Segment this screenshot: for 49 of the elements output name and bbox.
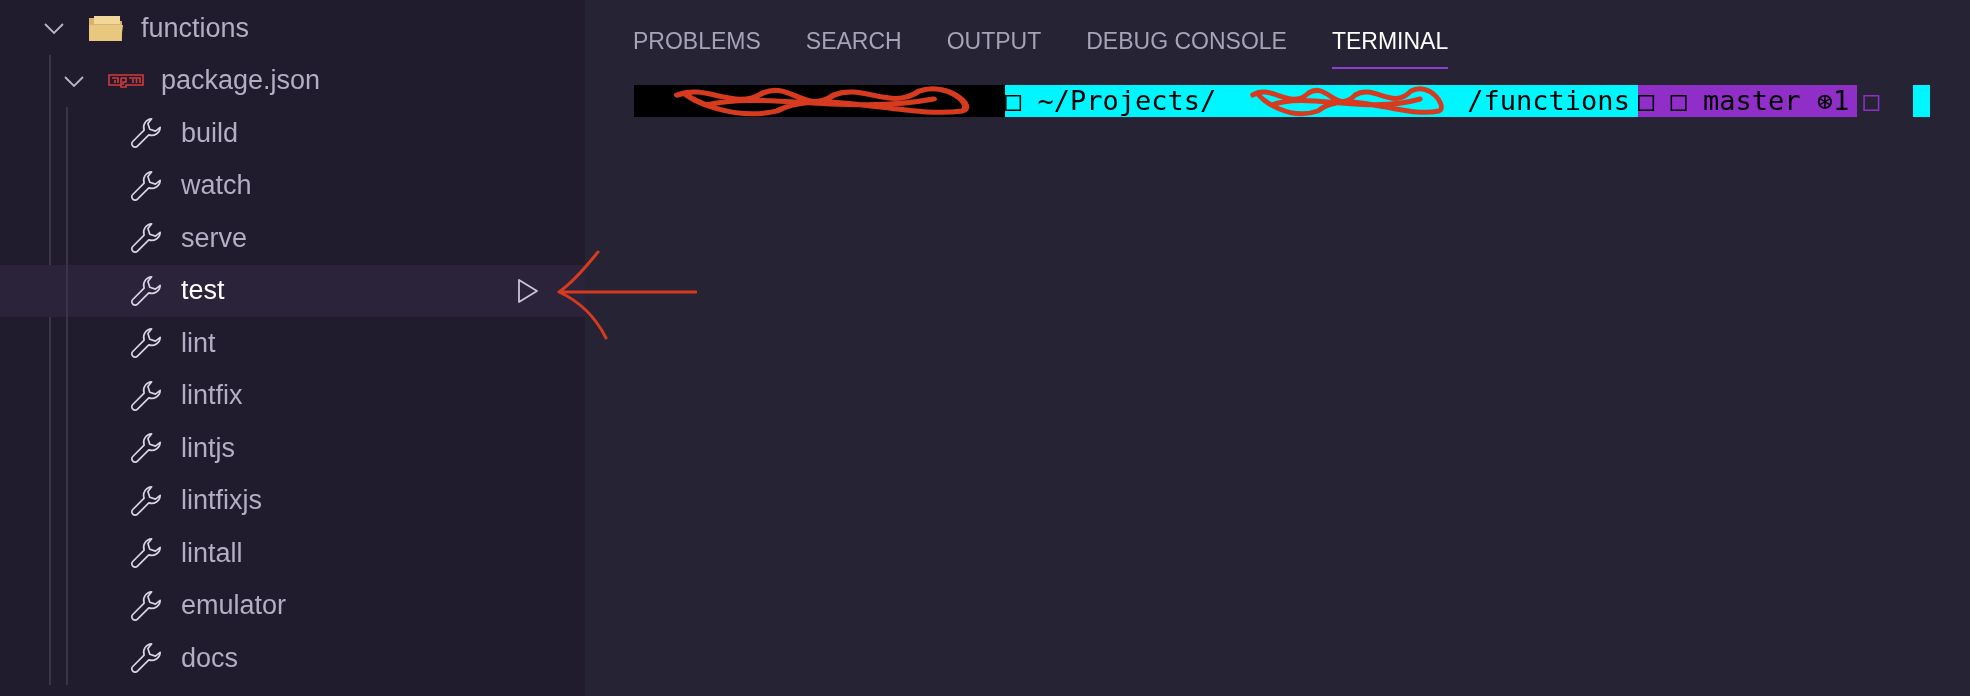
tree-row[interactable]: lintall	[0, 527, 585, 580]
tree-label[interactable]: docs	[181, 642, 239, 674]
tree-label[interactable]: lintall	[181, 537, 243, 569]
panel-tab[interactable]: OUTPUT	[946, 28, 1042, 69]
tree-row[interactable]: emulator	[0, 579, 585, 632]
tree-label[interactable]: lintfix	[181, 380, 243, 412]
panel-tab[interactable]: DEBUG CONSOLE	[1086, 28, 1287, 69]
play-button[interactable]	[516, 277, 540, 304]
tree-row[interactable]: lintfix	[0, 369, 585, 422]
tree-label[interactable]: functions	[141, 12, 250, 44]
panel-tab[interactable]: TERMINAL	[1331, 28, 1449, 69]
npm-icon	[108, 73, 144, 88]
tree-label[interactable]: serve	[181, 222, 248, 254]
wrench-icon	[128, 168, 164, 203]
wrench-icon	[128, 273, 164, 308]
tree-label[interactable]: package.json	[161, 65, 321, 97]
tree-row[interactable]: lintfixjs	[0, 474, 585, 527]
tree-row[interactable]: lint	[0, 317, 585, 370]
tree-row[interactable]: watch	[0, 159, 585, 212]
wrench-icon	[128, 116, 164, 151]
tree-label[interactable]: emulator	[181, 590, 287, 622]
tree-row[interactable]: serve	[0, 212, 585, 265]
wrench-icon	[128, 536, 164, 571]
tree-label[interactable]: build	[181, 117, 239, 149]
wrench-icon	[128, 221, 164, 256]
tree-row[interactable]: docs	[0, 632, 585, 685]
panel-tab[interactable]: PROBLEMS	[633, 28, 761, 69]
wrench-icon	[128, 641, 164, 676]
prompt-segment: □ ~/Projects/	[1005, 85, 1225, 117]
tree-label[interactable]: lintfixjs	[181, 485, 262, 517]
tree-label[interactable]: lintjs	[181, 432, 235, 464]
prompt-glyph: □	[1862, 85, 1881, 117]
folder-icon	[88, 14, 124, 43]
wrench-icon	[128, 588, 164, 623]
tree-row[interactable]: lintjs	[0, 422, 585, 475]
tree-row[interactable]: functions	[0, 2, 585, 55]
tree-label[interactable]: lint	[181, 327, 216, 359]
wrench-icon	[128, 431, 164, 466]
prompt-segment: /functions	[1467, 85, 1638, 117]
tree-label[interactable]: watch	[181, 170, 252, 202]
wrench-icon	[128, 378, 164, 413]
tree-row[interactable]: test	[0, 264, 585, 317]
tree-row[interactable]: build	[0, 107, 585, 160]
wrench-icon	[128, 326, 164, 361]
wrench-icon	[128, 483, 164, 518]
tree-label[interactable]: test	[181, 275, 225, 307]
panel-tab[interactable]: SEARCH	[805, 28, 902, 69]
prompt-segment: □ □ master ⊛1	[1637, 85, 1858, 117]
tree-row[interactable]: package.json	[0, 54, 585, 107]
